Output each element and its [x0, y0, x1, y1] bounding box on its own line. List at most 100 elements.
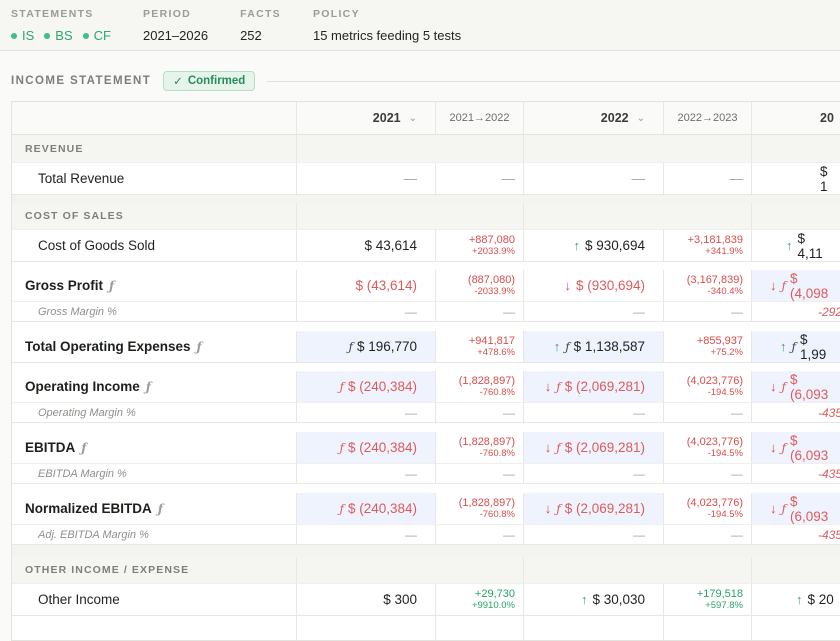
value-cell: -292 — [818, 304, 840, 319]
value-cell: $ 43,614 — [297, 230, 436, 261]
arrow-down-icon: ↓ — [544, 440, 552, 455]
table-header: 2021 ⌄ 2021→2022 2022 ⌄ 2022→2023 20 — [12, 102, 840, 135]
row-label: Operating Income ƒ — [12, 371, 297, 402]
table-row[interactable]: Adj. EBITDA Margin % — — — — -435 — [12, 525, 840, 545]
table-row[interactable]: EBITDA ƒ ƒ $ (240,384) (1,828,897) -760.8% … — [12, 432, 840, 464]
delta-pct: +478.6% — [477, 346, 515, 358]
value-cell: $ 1 — [820, 163, 828, 194]
delta-pct: -760.8% — [479, 386, 515, 398]
table-row[interactable]: Total Revenue — — — — $ 1 — [12, 163, 840, 195]
facts-value: 252 — [240, 28, 262, 43]
divider — [267, 80, 840, 82]
value-cell: -435 — [818, 405, 840, 420]
table-row[interactable]: Operating Income ƒ ƒ $ (240,384) (1,828,89… — [12, 371, 840, 403]
facts-block: FACTS 252 — [240, 8, 281, 50]
delta-cell: — — [436, 525, 524, 544]
row-label: Other Income — [12, 584, 297, 615]
table-row[interactable]: Normalized EBITDA ƒ ƒ $ (240,384) (1,828,8… — [12, 493, 840, 525]
row-label: Total Operating Expenses ƒ — [12, 331, 297, 362]
value-text: $ (240,384) — [347, 440, 417, 455]
value-text: $ 30,030 — [592, 592, 645, 607]
row-label: Cost of Goods Sold — [12, 230, 297, 261]
column-header-2021[interactable]: 2021 ⌄ — [297, 102, 436, 134]
delta-abs: (1,828,897) — [458, 435, 515, 448]
statement-bs[interactable]: BS — [44, 28, 73, 43]
income-statement-table: 2021 ⌄ 2021→2022 2022 ⌄ 2022→2023 20 REVEN… — [11, 101, 840, 641]
delta-pct: -340.4% — [707, 285, 743, 297]
row-label-text: Total Operating Expenses — [25, 339, 191, 354]
formula-icon: ƒ — [556, 501, 561, 516]
value-cell — [752, 616, 840, 640]
delta-cell: — — [664, 302, 752, 321]
value-cell: — — [297, 163, 436, 194]
confirmed-badge: ✓ Confirmed — [163, 71, 256, 91]
delta-cell: (4,023,776) -194.5% — [664, 371, 752, 402]
value-cell: ƒ $ (240,384) — [297, 432, 436, 463]
value-cell: ↓ ƒ $ (6,093 — [752, 493, 840, 524]
arrow-up-icon: ↑ — [553, 339, 561, 354]
badge-label: Confirmed — [187, 75, 246, 87]
value-cell: ↓ $ (930,694) — [524, 270, 664, 301]
arrow-down-icon: ↓ — [544, 501, 552, 516]
value-text: $ (930,694) — [575, 278, 645, 293]
section-label: COST OF SALES — [12, 203, 297, 229]
value-cell: — — [297, 525, 436, 544]
value-cell: ↑ $ 30,030 — [524, 584, 664, 615]
value-cell — [297, 616, 436, 640]
value-cell: ↓ ƒ $ (6,093 — [752, 432, 840, 463]
value-text: $ (2,069,281) — [564, 440, 645, 455]
header-text: 2022→2023 — [677, 112, 738, 124]
statement-label: BS — [55, 28, 73, 43]
value-text: $ 4,11 — [797, 230, 823, 261]
table-row[interactable]: EBITDA Margin % — — — — -435 — [12, 464, 840, 484]
value-cell: ↑ $ 930,694 — [524, 230, 664, 261]
table-row[interactable]: Gross Margin % — — — — -292 — [12, 302, 840, 322]
value-cell: — — [524, 302, 664, 321]
arrow-down-icon: ↓ — [770, 278, 777, 293]
formula-icon: ƒ — [339, 440, 344, 455]
delta-pct: -194.5% — [707, 386, 743, 398]
table-row[interactable]: Operating Margin % — — — — -435 — [12, 403, 840, 423]
delta-abs: (887,080) — [467, 273, 515, 286]
delta-cell: (3,167,839) -340.4% — [664, 270, 752, 301]
table-row[interactable]: Cost of Goods Sold $ 43,614 +887,080 +203… — [12, 230, 840, 262]
header-text: 2022 — [600, 111, 629, 125]
delta-cell: +29,730 +9910.0% — [436, 584, 524, 615]
table-row[interactable]: Other Income $ 300 +29,730 +9910.0% ↑ $ 30… — [12, 584, 840, 616]
status-dot-icon — [82, 32, 89, 39]
arrow-up-icon: ↑ — [786, 238, 793, 253]
arrow-down-icon: ↓ — [770, 440, 777, 455]
delta-cell: — — [664, 163, 752, 194]
value-cell: — — [524, 163, 664, 194]
arrow-up-icon: ↑ — [796, 592, 803, 607]
value-cell: ↓ ƒ $ (2,069,281) — [524, 432, 664, 463]
formula-icon: ƒ — [556, 379, 561, 394]
column-header-2022[interactable]: 2022 ⌄ — [524, 102, 664, 134]
check-icon: ✓ — [173, 76, 183, 88]
row-label-text: Normalized EBITDA — [25, 501, 152, 516]
chevron-down-icon: ⌄ — [636, 112, 645, 124]
delta-cell: (1,828,897) -760.8% — [436, 432, 524, 463]
value-text: $ (2,069,281) — [564, 501, 645, 516]
statement-cf[interactable]: CF — [82, 28, 111, 43]
value-cell: ↓ ƒ $ (2,069,281) — [524, 371, 664, 402]
section-row-cost-of-sales: COST OF SALES — [12, 203, 840, 230]
column-header-2023[interactable]: 20 — [752, 102, 840, 134]
delta-abs: +941,817 — [468, 334, 515, 347]
row-label-text: Gross Profit — [25, 278, 104, 293]
row-label: Adj. EBITDA Margin % — [12, 525, 297, 544]
delta-cell: — — [436, 302, 524, 321]
period-label: PERIOD — [142, 8, 192, 20]
formula-icon: ƒ — [339, 501, 344, 516]
value-cell: ↓ ƒ $ (4,098 — [752, 270, 840, 301]
table-row[interactable] — [12, 616, 840, 640]
statements-block: STATEMENTS IS BS CF — [11, 8, 111, 50]
statement-is[interactable]: IS — [11, 28, 34, 43]
value-cell: ↑ ƒ $ 1,99 — [752, 331, 840, 362]
delta-cell: — — [664, 403, 752, 422]
value-text: $ (240,384) — [347, 379, 417, 394]
table-row[interactable]: Total Operating Expenses ƒ ƒ $ 196,770 +94… — [12, 331, 840, 363]
statement-label: CF — [93, 28, 111, 43]
table-row[interactable]: Gross Profit ƒ $ (43,614) (887,080) -2033.… — [12, 270, 840, 302]
value-cell: ↑ ƒ $ 1,138,587 — [524, 331, 664, 362]
